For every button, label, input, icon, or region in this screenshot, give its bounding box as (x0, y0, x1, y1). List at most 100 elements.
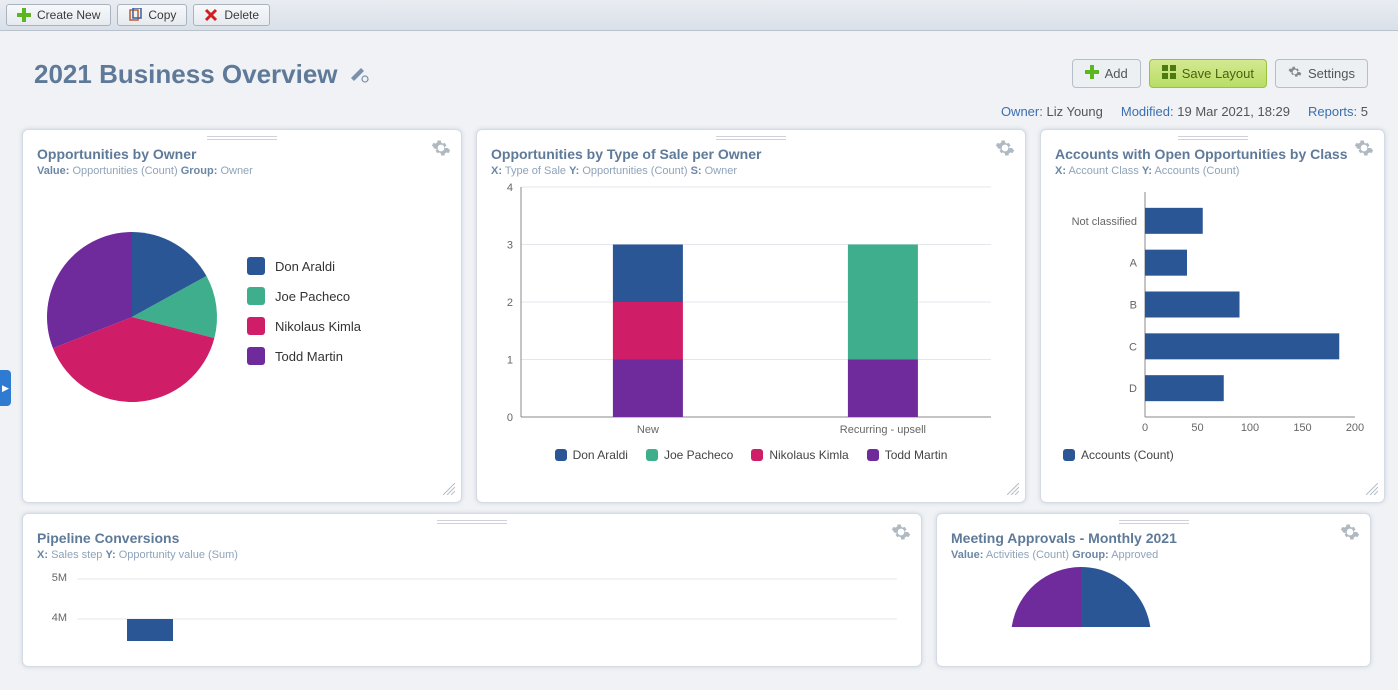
card-subtitle: X: Sales step Y: Opportunity value (Sum) (37, 549, 907, 561)
dashboard-grid: Opportunities by Owner Value: Opportunit… (0, 129, 1398, 513)
delete-button[interactable]: Delete (193, 4, 270, 26)
svg-text:0: 0 (507, 412, 513, 424)
legend-swatch (1063, 449, 1075, 461)
svg-text:New: New (637, 424, 659, 436)
top-toolbar: Create New Copy Delete (0, 0, 1398, 31)
gear-icon[interactable] (891, 522, 911, 545)
gear-icon[interactable] (1340, 522, 1360, 545)
gear-icon[interactable] (1354, 138, 1374, 161)
svg-text:4: 4 (507, 182, 513, 194)
save-layout-label: Save Layout (1182, 66, 1254, 81)
legend-swatch (247, 347, 265, 365)
delete-label: Delete (224, 8, 259, 22)
resize-handle-icon[interactable] (1366, 483, 1378, 498)
card-subtitle: X: Account Class Y: Accounts (Count) (1055, 165, 1370, 177)
svg-text:100: 100 (1241, 422, 1259, 434)
add-button[interactable]: Add (1072, 59, 1141, 88)
add-label: Add (1105, 66, 1128, 81)
card-title: Opportunities by Owner (37, 142, 447, 162)
legend-label: Don Araldi (275, 259, 335, 274)
legend-label: Nikolaus Kimla (769, 448, 848, 462)
card-title: Opportunities by Type of Sale per Owner (491, 142, 1011, 162)
legend-swatch (247, 317, 265, 335)
resize-handle-icon[interactable] (443, 483, 455, 498)
copy-button[interactable]: Copy (117, 4, 187, 26)
svg-text:0: 0 (1142, 422, 1148, 434)
legend-swatch (867, 449, 879, 461)
legend-swatch (247, 257, 265, 275)
edit-title-icon[interactable] (348, 62, 370, 87)
card-opportunities-by-type: Opportunities by Type of Sale per Owner … (476, 129, 1026, 503)
card-meeting-approvals: Meeting Approvals - Monthly 2021 Value: … (936, 513, 1371, 667)
legend-label: Joe Pacheco (664, 448, 733, 462)
card-subtitle: Value: Opportunities (Count) Group: Owne… (37, 165, 447, 177)
legend-swatch (646, 449, 658, 461)
legend-swatch (555, 449, 567, 461)
legend-item: Nikolaus Kimla (751, 448, 848, 462)
card-pipeline-conversions: Pipeline Conversions X: Sales step Y: Op… (22, 513, 922, 667)
legend-item: Todd Martin (247, 347, 361, 365)
svg-text:3: 3 (507, 240, 513, 252)
page-title: 2021 Business Overview (34, 59, 338, 90)
svg-text:150: 150 (1293, 422, 1311, 434)
svg-text:1: 1 (507, 355, 513, 367)
legend-item: Joe Pacheco (646, 448, 733, 462)
legend: Don Araldi Joe Pacheco Nikolaus Kimla Todd … (491, 448, 1011, 462)
legend-item: Don Araldi (247, 257, 361, 275)
layout-icon (1162, 65, 1176, 82)
legend-label: Todd Martin (275, 349, 343, 364)
copy-icon (128, 8, 142, 22)
legend-item: Joe Pacheco (247, 287, 361, 305)
pie-chart (37, 187, 227, 447)
legend-swatch (247, 287, 265, 305)
owner-label: Owner: (1001, 104, 1043, 119)
card-title: Accounts with Open Opportunities by Clas… (1055, 142, 1370, 162)
create-new-button[interactable]: Create New (6, 4, 111, 26)
legend-label: Joe Pacheco (275, 289, 350, 304)
gear-icon[interactable] (431, 138, 451, 161)
legend-swatch (751, 449, 763, 461)
svg-text:50: 50 (1191, 422, 1203, 434)
card-title: Pipeline Conversions (37, 526, 907, 546)
reports-label: Reports: (1308, 104, 1357, 119)
copy-label: Copy (148, 8, 176, 22)
legend-item: Nikolaus Kimla (247, 317, 361, 335)
svg-text:A: A (1130, 258, 1138, 270)
legend-label: Todd Martin (885, 448, 948, 462)
modified-label: Modified: (1121, 104, 1174, 119)
card-opportunities-by-owner: Opportunities by Owner Value: Opportunit… (22, 129, 462, 503)
svg-text:5M: 5M (52, 572, 67, 584)
plus-icon (1085, 65, 1099, 82)
gear-icon (1288, 65, 1302, 82)
bar-chart: 5M 4M (37, 561, 907, 641)
side-expand-handle[interactable]: ▶ (0, 370, 11, 406)
dashboard-grid-row2: Pipeline Conversions X: Sales step Y: Op… (0, 513, 1398, 667)
stacked-bar-chart: 01234NewRecurring - upsell (491, 177, 1001, 437)
pie-chart (951, 557, 1351, 627)
settings-button[interactable]: Settings (1275, 59, 1368, 88)
card-subtitle: X: Type of Sale Y: Opportunities (Count)… (491, 165, 1011, 177)
modified-value: 19 Mar 2021, 18:29 (1177, 104, 1290, 119)
svg-text:D: D (1129, 383, 1137, 395)
create-new-label: Create New (37, 8, 100, 22)
svg-text:B: B (1130, 300, 1137, 312)
resize-handle-icon[interactable] (1007, 483, 1019, 498)
card-title: Meeting Approvals - Monthly 2021 (951, 526, 1356, 546)
legend: Don Araldi Joe Pacheco Nikolaus Kimla Todd … (247, 257, 361, 377)
settings-label: Settings (1308, 66, 1355, 81)
legend-label: Accounts (Count) (1081, 448, 1174, 462)
gear-icon[interactable] (995, 138, 1015, 161)
svg-text:Recurring - upsell: Recurring - upsell (840, 424, 926, 436)
header: 2021 Business Overview Add Save Layout S… (0, 31, 1398, 96)
save-layout-button[interactable]: Save Layout (1149, 59, 1267, 88)
legend-item: Don Araldi (555, 448, 628, 462)
card-accounts-by-class: Accounts with Open Opportunities by Clas… (1040, 129, 1385, 503)
legend-label: Nikolaus Kimla (275, 319, 361, 334)
legend-item: Todd Martin (867, 448, 948, 462)
horizontal-bar-chart: 050100150200Not classifiedABCD (1055, 177, 1365, 437)
svg-text:C: C (1129, 341, 1137, 353)
reports-value: 5 (1361, 104, 1368, 119)
owner-value: Liz Young (1046, 104, 1102, 119)
svg-text:4M: 4M (52, 612, 67, 624)
svg-text:Not classified: Not classified (1072, 216, 1137, 228)
